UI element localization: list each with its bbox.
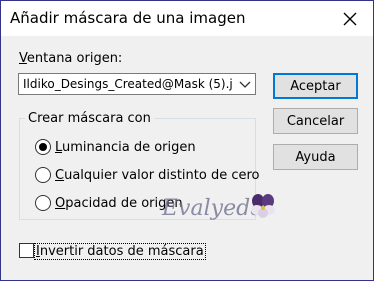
source-window-label: Ventana origen: [19, 51, 122, 66]
radio-luminance-label: Luminancia de origen [55, 140, 196, 155]
help-button-label: Ayuda [295, 149, 336, 165]
help-button[interactable]: Ayuda [273, 144, 358, 170]
radio-luminance-accel: L [55, 140, 63, 155]
dialog-title: Añadir máscara de una imagen [10, 9, 246, 27]
radio-any-nonzero-accel: C [55, 168, 65, 183]
mask-source-group-title: Crear máscara con [25, 111, 154, 126]
title-bar: Añadir máscara de una imagen [1, 1, 373, 36]
radio-opacity[interactable] [35, 195, 51, 211]
invert-mask-checkbox[interactable] [19, 243, 34, 258]
source-window-label-text: entana origen: [26, 51, 123, 66]
source-window-label-accel: V [19, 51, 27, 66]
radio-selected-dot [39, 143, 47, 151]
svg-text:Evalyeda: Evalyeda [161, 196, 263, 221]
accept-button-label: Aceptar [290, 78, 341, 94]
radio-luminance[interactable] [35, 139, 51, 155]
close-button[interactable] [337, 7, 363, 31]
invert-mask-label: Invertir datos de máscara [34, 243, 206, 260]
close-icon [343, 12, 357, 26]
radio-any-nonzero-text: ualquier valor distinto de cero [64, 168, 260, 183]
radio-any-nonzero[interactable] [35, 167, 51, 183]
radio-luminance-text: uminancia de origen [62, 140, 196, 155]
source-window-select[interactable]: Ildiko_Desings_Created@Mask (5).jpg [18, 73, 256, 95]
watermark-logo: Evalyeda [161, 194, 275, 221]
cancel-button-label: Cancelar [286, 113, 345, 129]
radio-any-nonzero-label: Cualquier valor distinto de cero [55, 168, 259, 183]
invert-mask-text: nvertir datos de máscara [39, 244, 204, 259]
accept-button[interactable]: Aceptar [273, 73, 358, 99]
radio-opacity-accel: O [55, 196, 66, 211]
source-window-value: Ildiko_Desings_Created@Mask (5).jpg [23, 77, 233, 91]
chevron-down-icon [239, 81, 251, 88]
cancel-button[interactable]: Cancelar [273, 108, 358, 134]
